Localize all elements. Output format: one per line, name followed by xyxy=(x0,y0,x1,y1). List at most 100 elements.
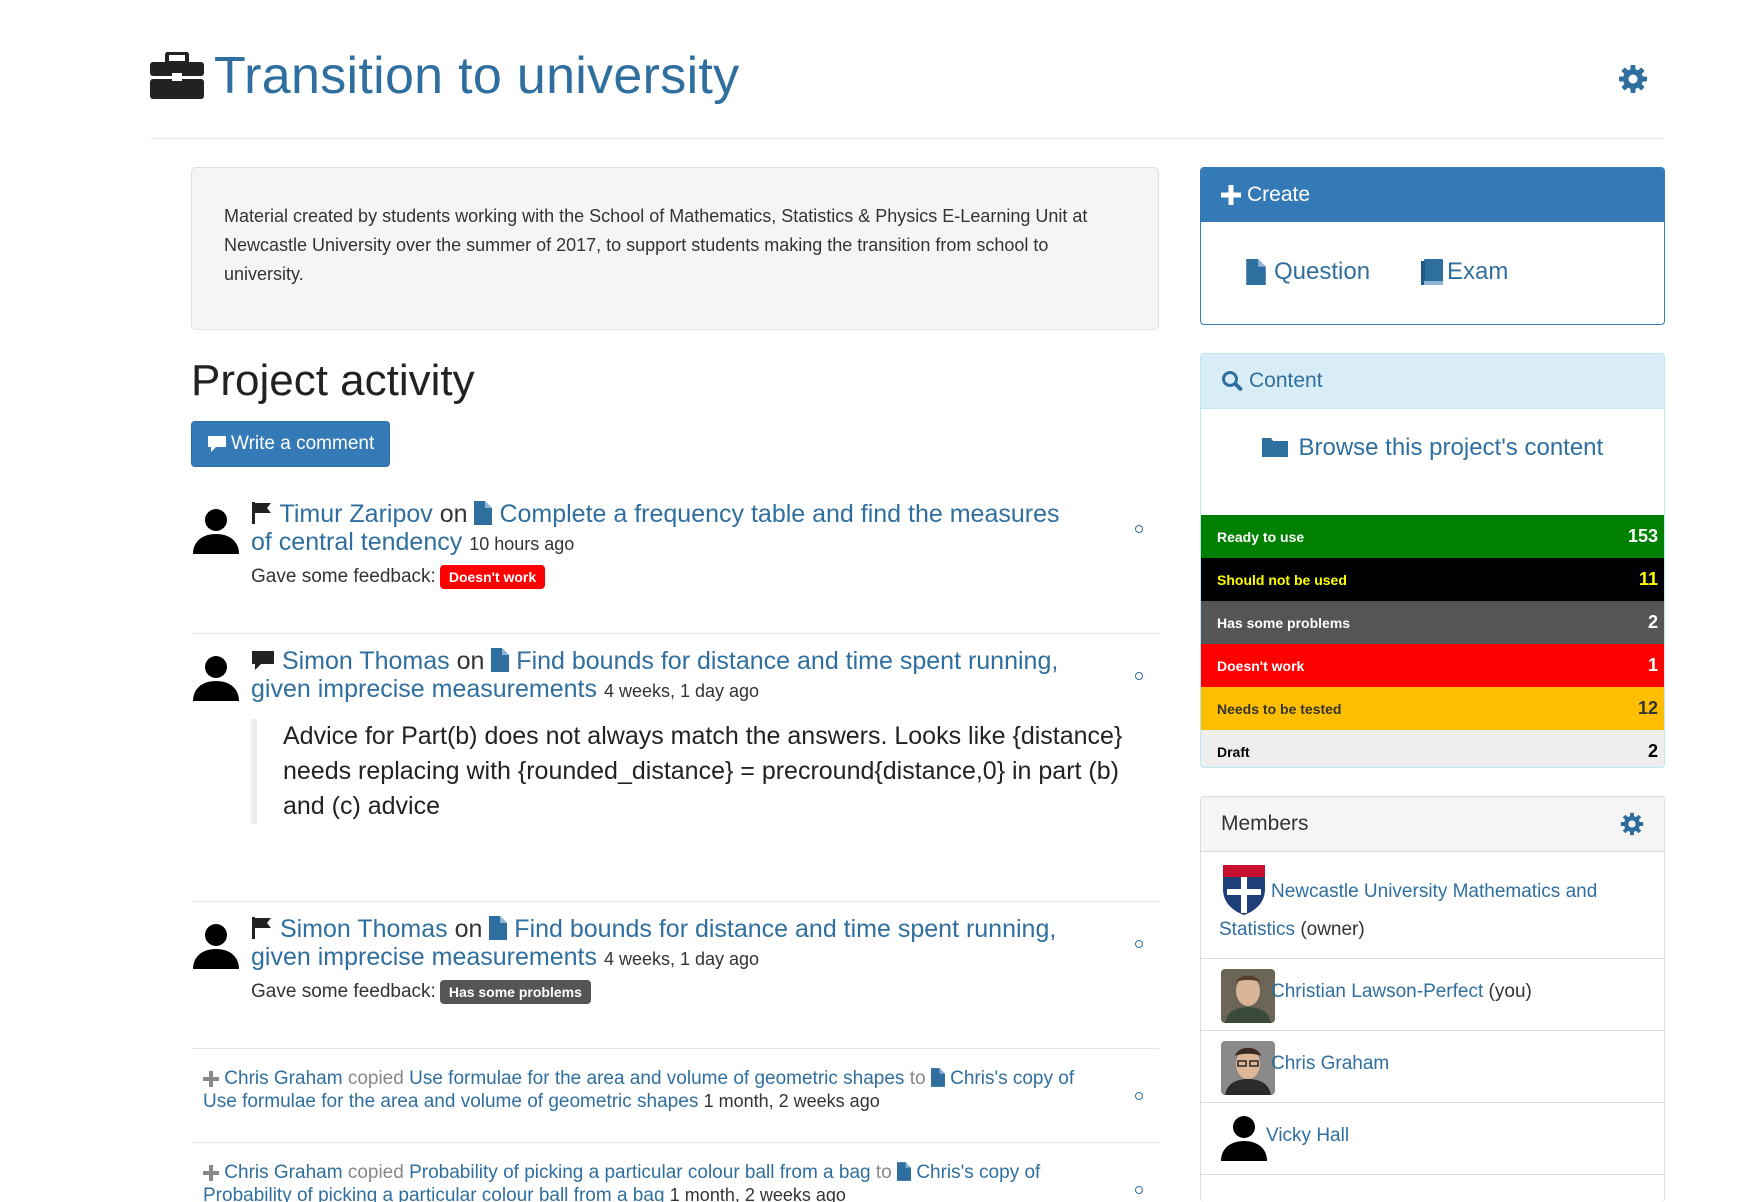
status-count: 12 xyxy=(1637,698,1658,718)
member-item: Christian Lawson-Perfect (you) xyxy=(1201,959,1664,1031)
source-link[interactable]: Use formulae for the area and volume of … xyxy=(409,1068,904,1089)
timestamp: 10 hours ago xyxy=(469,534,575,554)
folder-icon xyxy=(1261,438,1288,457)
status-count: 2 xyxy=(1647,741,1658,761)
status-label: Ready to use xyxy=(1217,528,1305,545)
member-text: Newcastle University Mathematics and Sta… xyxy=(1219,873,1639,949)
status-badge: Has some problems xyxy=(439,980,591,1004)
flag-icon xyxy=(252,917,271,939)
activity-text: Chris Graham copied Probability of picki… xyxy=(203,1162,1103,1202)
activity-text: Simon Thomas on Find bounds for distance… xyxy=(251,915,1071,973)
user-silhouette-icon xyxy=(193,509,239,554)
timeline-dot[interactable] xyxy=(1135,672,1143,680)
user-link[interactable]: Chris Graham xyxy=(224,1162,342,1183)
file-icon xyxy=(489,916,508,940)
create-exam-label: Exam xyxy=(1447,258,1509,285)
timestamp: 4 weeks, 1 day ago xyxy=(603,681,760,701)
file-icon xyxy=(930,1068,945,1087)
status-count: 1 xyxy=(1647,655,1658,675)
user-link[interactable]: Chris Graham xyxy=(224,1068,342,1089)
member-avatar xyxy=(1221,1041,1275,1095)
activity-item: Simon Thomas on Find bounds for distance… xyxy=(191,915,1159,1049)
member-name-link[interactable]: Christian Lawson-Perfect xyxy=(1271,981,1483,1002)
member-item: Newcastle University Mathematics and Sta… xyxy=(1201,851,1664,959)
create-question-link[interactable]: Question xyxy=(1246,258,1370,286)
activity-item: Timur Zaripov on Complete a frequency ta… xyxy=(191,500,1159,634)
status-row[interactable]: Has some problems 2 xyxy=(1201,601,1664,644)
activity-heading: Project activity xyxy=(191,356,475,405)
timeline-dot[interactable] xyxy=(1135,525,1143,533)
user-link[interactable]: Simon Thomas xyxy=(282,647,450,675)
create-title: Create xyxy=(1247,183,1311,206)
status-row[interactable]: Needs to be tested 12 xyxy=(1201,687,1664,730)
browse-content-link[interactable]: Browse this project's content xyxy=(1201,434,1664,462)
status-row[interactable]: Doesn't work 1 xyxy=(1201,644,1664,687)
timeline-dot[interactable] xyxy=(1135,1092,1143,1100)
settings-gear-icon[interactable] xyxy=(1618,64,1648,94)
status-label: Draft xyxy=(1217,743,1250,760)
members-panel: Members Newcastle University Mathematics… xyxy=(1200,796,1665,1202)
status-label: Doesn't work xyxy=(1217,657,1305,674)
project-description: Material created by students working wit… xyxy=(191,167,1159,330)
create-links: Question Exam xyxy=(1201,222,1664,322)
feedback-prefix: Gave some feedback: xyxy=(251,981,436,1002)
member-role: (owner) xyxy=(1300,919,1365,940)
comment-icon xyxy=(208,436,226,452)
status-label: Should not be used xyxy=(1217,571,1347,588)
status-badge: Doesn't work xyxy=(439,565,546,589)
timeline-dot[interactable] xyxy=(1135,940,1143,948)
content-panel: Content Browse this project's content Re… xyxy=(1200,353,1665,768)
timestamp: 1 month, 2 weeks ago xyxy=(703,1091,880,1111)
verb-text: copied xyxy=(347,1162,404,1183)
members-settings-gear-icon[interactable] xyxy=(1620,812,1644,836)
create-question-label: Question xyxy=(1274,258,1371,285)
book-icon xyxy=(1421,259,1443,285)
activity-text: Timur Zaripov on Complete a frequency ta… xyxy=(251,500,1071,558)
plus-icon xyxy=(203,1071,219,1087)
member-name-link[interactable]: Newcastle University Mathematics and Sta… xyxy=(1219,881,1597,940)
member-avatar xyxy=(1221,969,1275,1023)
verb-text: copied xyxy=(347,1068,404,1089)
on-text: on xyxy=(454,915,483,943)
user-link[interactable]: Simon Thomas xyxy=(280,915,448,943)
status-count: 11 xyxy=(1638,569,1658,589)
write-comment-label: Write a comment xyxy=(231,433,375,454)
member-item: Vicky Hall xyxy=(1201,1103,1664,1175)
user-silhouette-icon xyxy=(193,924,239,969)
members-title: Members xyxy=(1221,812,1309,835)
comment-quote: Advice for Part(b) does not always match… xyxy=(251,719,1163,824)
to-text: to xyxy=(909,1068,926,1089)
activity-text: Simon Thomas on Find bounds for distance… xyxy=(251,647,1071,705)
member-name-link[interactable]: Chris Graham xyxy=(1271,1053,1389,1074)
create-panel: Create Question Exam xyxy=(1200,167,1665,325)
briefcase-icon xyxy=(150,52,204,99)
user-silhouette-icon xyxy=(193,656,239,701)
status-row[interactable]: Draft 2 xyxy=(1201,730,1664,767)
page-header: Transition to university xyxy=(150,47,1665,139)
create-exam-link[interactable]: Exam xyxy=(1421,258,1508,286)
source-link[interactable]: Probability of picking a particular colo… xyxy=(409,1162,871,1183)
write-comment-button[interactable]: Write a comment xyxy=(191,421,390,467)
comment-icon xyxy=(252,651,274,670)
member-text: Chris Graham xyxy=(1271,1053,1389,1075)
user-link[interactable]: Timur Zaripov xyxy=(280,500,433,528)
status-row[interactable]: Ready to use 153 xyxy=(1201,515,1664,558)
member-text: Vicky Hall xyxy=(1266,1125,1349,1147)
status-label: Needs to be tested xyxy=(1217,700,1342,717)
activity-item: Chris Graham copied Probability of picki… xyxy=(191,1162,1159,1202)
member-item: Chris Graham xyxy=(1201,1031,1664,1103)
timestamp: 4 weeks, 1 day ago xyxy=(603,949,760,969)
file-icon xyxy=(474,501,493,525)
activity-text: Chris Graham copied Use formulae for the… xyxy=(203,1068,1103,1113)
status-row[interactable]: Should not be used 11 xyxy=(1201,558,1664,601)
file-icon xyxy=(491,648,510,672)
feedback-line: Gave some feedback: Has some problems xyxy=(251,980,591,1004)
plus-icon xyxy=(1221,185,1241,205)
activity-item: Chris Graham copied Use formulae for the… xyxy=(191,1068,1159,1143)
members-panel-header: Members xyxy=(1201,797,1664,852)
content-panel-header: Content xyxy=(1201,354,1664,409)
timeline-dot[interactable] xyxy=(1135,1186,1143,1194)
member-name-link[interactable]: Vicky Hall xyxy=(1266,1125,1349,1146)
file-icon xyxy=(897,1162,912,1181)
status-label: Has some problems xyxy=(1217,614,1351,631)
